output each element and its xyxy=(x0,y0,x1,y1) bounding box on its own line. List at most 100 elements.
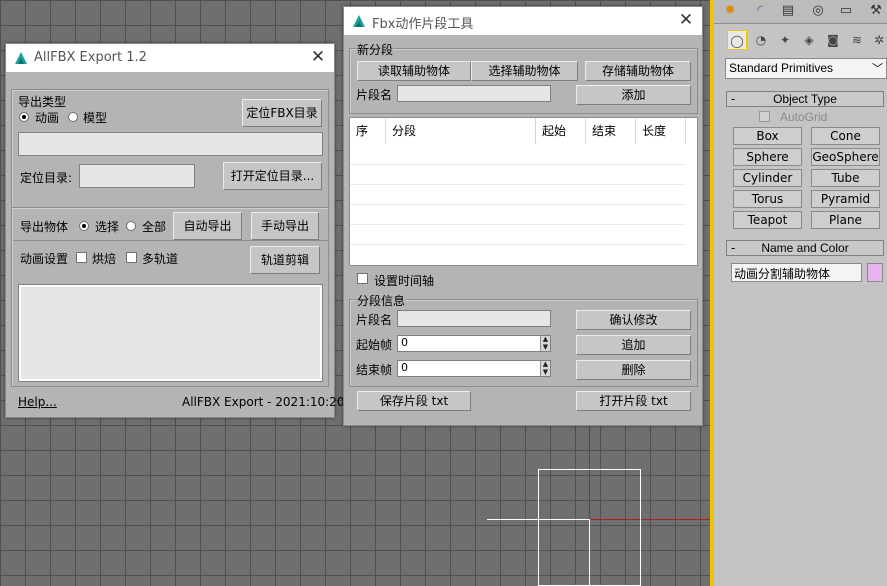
segment-table[interactable]: 序 分段 起始 结束 长度 xyxy=(349,117,698,266)
sphere-button[interactable]: Sphere xyxy=(733,148,802,166)
chevron-down-icon: ﹀ xyxy=(872,62,883,75)
export-type-label: 导出类型 xyxy=(18,95,67,109)
collapse-icon: - xyxy=(731,241,736,255)
display-tab-icon[interactable]: ▭ xyxy=(834,0,858,22)
set-timeline-checkbox[interactable] xyxy=(357,273,368,284)
segment-info-label: 分段信息 xyxy=(356,292,407,309)
spinner-down-icon[interactable]: ▼ xyxy=(541,343,550,352)
allfbx-footer: AllFBX Export - 2021:10:20 xyxy=(182,395,345,409)
table-row-line xyxy=(350,204,686,205)
teapot-button[interactable]: Teapot xyxy=(733,211,802,229)
locate-dir-label: 定位目录: xyxy=(20,171,73,185)
allfbx-title: AllFBX Export 1.2 xyxy=(34,50,147,65)
help-link[interactable]: Help... xyxy=(18,395,57,409)
spinner-down-icon[interactable]: ▼ xyxy=(541,368,550,377)
object-name-field[interactable]: 动画分割辅助物体 xyxy=(731,263,862,282)
geosphere-button[interactable]: GeoSphere xyxy=(811,148,880,166)
primitives-dropdown[interactable]: Standard Primitives ﹀ xyxy=(725,58,887,79)
open-dir-button[interactable]: 打开定位目录... xyxy=(223,162,322,190)
shapes-icon[interactable]: ◔ xyxy=(751,30,771,50)
save-txt-button[interactable]: 保存片段 txt xyxy=(357,391,471,411)
table-header-segment[interactable]: 分段 xyxy=(386,118,536,144)
spacewarps-icon[interactable]: ≋ xyxy=(847,30,867,50)
radio-anim-label: 动画 xyxy=(35,111,60,125)
multitrack-label: 多轨道 xyxy=(142,252,179,266)
table-header-start[interactable]: 起始 xyxy=(536,118,586,144)
fbxclip-title: Fbx动作片段工具 xyxy=(372,17,474,32)
radio-model-label: 模型 xyxy=(83,111,108,125)
open-txt-button[interactable]: 打开片段 txt xyxy=(576,391,691,411)
allfbx-window: AllFBX Export 1.2 ✕ 导出类型 动画 模型 定位FBX目录 定… xyxy=(5,43,344,418)
end-frame-spinner[interactable]: ▲ ▼ xyxy=(540,361,550,376)
anim-settings-label: 动画设置 xyxy=(20,252,69,266)
pyramid-button[interactable]: Pyramid xyxy=(811,190,880,208)
cylinder-button[interactable]: Cylinder xyxy=(733,169,802,187)
start-frame-spinner[interactable]: ▲ ▼ xyxy=(540,336,550,351)
utilities-tab-icon[interactable]: ⚒ xyxy=(864,0,887,22)
plane-button[interactable]: Plane xyxy=(811,211,880,229)
allfbx-titlebar[interactable]: AllFBX Export 1.2 ✕ xyxy=(6,44,334,72)
radio-anim[interactable] xyxy=(19,112,29,122)
bake-checkbox[interactable] xyxy=(76,252,87,263)
store-helper-button[interactable]: 存储辅助物体 xyxy=(585,61,691,81)
segment-name-field[interactable] xyxy=(397,85,551,102)
start-frame-value: 0 xyxy=(401,336,408,349)
autogrid-checkbox[interactable] xyxy=(759,111,770,122)
helpers-icon[interactable]: ◙ xyxy=(823,30,843,50)
export-log-area[interactable] xyxy=(18,284,323,382)
hierarchy-tab-icon[interactable]: ▤ xyxy=(776,0,800,22)
radio-model[interactable] xyxy=(68,112,78,122)
table-header-length[interactable]: 长度 xyxy=(636,118,686,144)
cameras-icon[interactable]: ◈ xyxy=(799,30,819,50)
fbx-path-field[interactable] xyxy=(18,132,323,156)
end-frame-label: 结束帧 xyxy=(356,363,393,377)
name-color-header: Name and Color xyxy=(761,241,849,255)
close-icon[interactable]: ✕ xyxy=(678,11,694,29)
start-frame-input[interactable]: 0 ▲ ▼ xyxy=(397,335,551,352)
name-color-rollout[interactable]: - Name and Color xyxy=(726,240,884,256)
max-logo-icon xyxy=(353,15,365,27)
fbxclip-titlebar[interactable]: Fbx动作片段工具 ✕ xyxy=(344,7,702,35)
geometry-icon[interactable]: ◯ xyxy=(727,30,747,50)
export-obj-label: 导出物体 xyxy=(20,220,69,234)
manual-export-button[interactable]: 手动导出 xyxy=(251,212,319,240)
set-timeline-label: 设置时间轴 xyxy=(374,274,435,288)
radio-all-label: 全部 xyxy=(142,220,167,234)
segment-name-label-2: 片段名 xyxy=(356,313,393,327)
box-button[interactable]: Box xyxy=(733,127,802,145)
modify-tab-icon[interactable]: ◜ xyxy=(748,0,772,22)
radio-select[interactable] xyxy=(79,221,89,231)
tube-button[interactable]: Tube xyxy=(811,169,880,187)
locate-dir-field[interactable] xyxy=(79,164,195,188)
end-frame-input[interactable]: 0 ▲ ▼ xyxy=(397,360,551,377)
segment-name-field-2[interactable] xyxy=(397,310,551,327)
command-panel: ✹ ◜ ▤ ◎ ▭ ⚒ ◯ ◔ ✦ ◈ ◙ ≋ ✲ Standard Primi… xyxy=(714,0,887,586)
append-button[interactable]: 追加 xyxy=(576,335,691,355)
table-header-index[interactable]: 序 xyxy=(350,118,386,144)
max-logo-icon xyxy=(15,52,27,64)
lights-icon[interactable]: ✦ xyxy=(775,30,795,50)
locate-fbx-button[interactable]: 定位FBX目录 xyxy=(242,99,322,127)
auto-export-button[interactable]: 自动导出 xyxy=(173,212,242,240)
track-edit-button[interactable]: 轨道剪辑 xyxy=(250,246,320,274)
select-helper-button[interactable]: 选择辅助物体 xyxy=(471,61,578,81)
create-tab-icon[interactable]: ✹ xyxy=(718,0,742,22)
bake-label: 烘焙 xyxy=(92,252,117,266)
multitrack-checkbox[interactable] xyxy=(126,252,137,263)
motion-tab-icon[interactable]: ◎ xyxy=(806,0,830,22)
close-icon[interactable]: ✕ xyxy=(310,48,326,66)
radio-all[interactable] xyxy=(126,221,136,231)
confirm-edit-button[interactable]: 确认修改 xyxy=(576,310,691,330)
delete-button[interactable]: 删除 xyxy=(576,360,691,380)
read-helper-button[interactable]: 读取辅助物体 xyxy=(357,61,471,81)
table-row-line xyxy=(350,244,686,245)
object-type-rollout[interactable]: - Object Type xyxy=(726,91,884,107)
systems-icon[interactable]: ✲ xyxy=(869,30,887,50)
add-button[interactable]: 添加 xyxy=(576,85,691,105)
torus-button[interactable]: Torus xyxy=(733,190,802,208)
object-color-swatch[interactable] xyxy=(867,263,883,282)
new-segment-label: 新分段 xyxy=(356,41,395,58)
table-header-end[interactable]: 结束 xyxy=(586,118,636,144)
helper-object-box[interactable] xyxy=(538,469,641,586)
cone-button[interactable]: Cone xyxy=(811,127,880,145)
